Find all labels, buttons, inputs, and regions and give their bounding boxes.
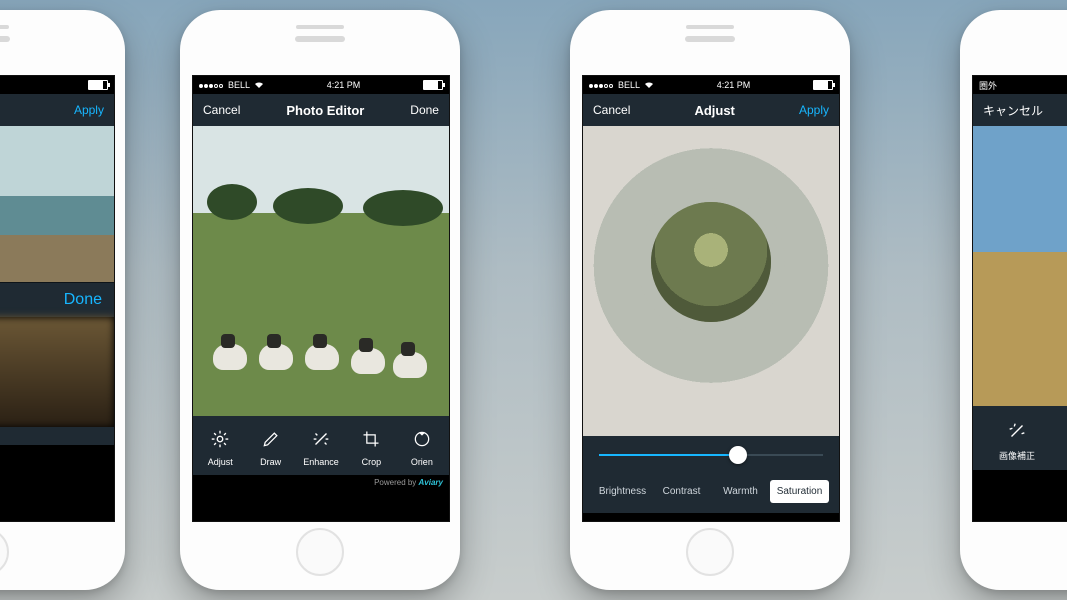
slider-knob[interactable] — [729, 446, 747, 464]
tool-enhance[interactable]: Enhance — [296, 426, 346, 467]
nav-bar: Cancel Photo Editor Done — [193, 94, 449, 126]
phone-text-editor: 4:21 PM Text Apply ADISE Done e — [0, 10, 125, 590]
status-bar: BELL 4:21 PM — [193, 76, 449, 94]
phone-photo-editor: BELL 4:21 PM Cancel Photo Editor Done Ad… — [180, 10, 460, 590]
adjust-tabs: Brightness Contrast Warmth Saturation — [583, 480, 839, 513]
tab-saturation[interactable]: Saturation — [770, 480, 829, 503]
cancel-button[interactable]: Cancel — [203, 103, 240, 117]
photo-canvas[interactable]: ADISE — [0, 126, 114, 282]
cancel-button[interactable]: キャンセル — [983, 102, 1043, 119]
apply-button[interactable]: Apply — [799, 103, 829, 117]
clock: 4:21 PM — [717, 80, 751, 90]
carrier-label: BELL — [228, 80, 250, 90]
phone-adjust: BELL 4:21 PM Cancel Adjust Apply Brightn… — [570, 10, 850, 590]
tab-contrast[interactable]: Contrast — [652, 480, 711, 503]
photo-canvas[interactable] — [583, 126, 839, 436]
done-button[interactable]: Done — [410, 103, 439, 117]
wifi-icon — [254, 81, 264, 89]
carrier-label: BELL — [618, 80, 640, 90]
status-bar: BELL 4:21 PM — [583, 76, 839, 94]
carrier-label: 圏外 — [979, 79, 997, 92]
keyboard-done-button[interactable]: Done — [64, 291, 102, 309]
nav-bar: Text Apply — [0, 94, 114, 126]
adjust-icon — [207, 426, 233, 452]
enhance-icon — [308, 426, 334, 452]
status-bar: 圏外 4:21 PM — [973, 76, 1067, 94]
tool-row: 画像補正 フィルタ フレー — [973, 406, 1067, 470]
enhance-icon — [1004, 418, 1030, 444]
tool-crop[interactable]: Crop — [346, 426, 396, 467]
battery-icon — [813, 80, 833, 90]
wifi-icon — [644, 81, 654, 89]
tool-filter-jp[interactable]: フィルタ — [1059, 416, 1067, 462]
signal-icon — [589, 80, 614, 90]
apply-button[interactable]: Apply — [74, 103, 104, 117]
tab-warmth[interactable]: Warmth — [711, 480, 770, 503]
keyboard-accessory: Done — [0, 282, 114, 317]
saturation-slider[interactable] — [599, 454, 823, 456]
cancel-button[interactable]: Cancel — [593, 103, 630, 117]
tool-row: Adjust Draw Enhance Crop — [193, 416, 449, 475]
nav-title: Adjust — [694, 103, 734, 118]
powered-by: Powered by Aviary — [193, 475, 449, 490]
clock: 4:21 PM — [327, 80, 361, 90]
draw-icon — [258, 426, 284, 452]
photo-canvas[interactable] — [973, 126, 1067, 406]
tool-draw[interactable]: Draw — [245, 426, 295, 467]
status-bar: 4:21 PM — [0, 76, 114, 94]
tool-enhance-jp[interactable]: 画像補正 — [975, 418, 1059, 462]
phone-jp-editor: 圏外 4:21 PM キャンセル 写真編集 画像補正 フィルタ — [960, 10, 1067, 590]
keyboard-blurred — [0, 317, 114, 427]
slider-area — [583, 436, 839, 480]
nav-bar: Cancel Adjust Apply — [583, 94, 839, 126]
orient-icon — [409, 426, 435, 452]
tool-orientation[interactable]: Orien — [397, 426, 447, 467]
tab-brightness[interactable]: Brightness — [593, 480, 652, 503]
photo-canvas[interactable] — [193, 126, 449, 416]
battery-icon — [423, 80, 443, 90]
signal-icon — [199, 80, 224, 90]
nav-title: Photo Editor — [286, 103, 364, 118]
nav-bar: キャンセル 写真編集 — [973, 94, 1067, 126]
crop-icon — [358, 426, 384, 452]
tool-adjust[interactable]: Adjust — [195, 426, 245, 467]
